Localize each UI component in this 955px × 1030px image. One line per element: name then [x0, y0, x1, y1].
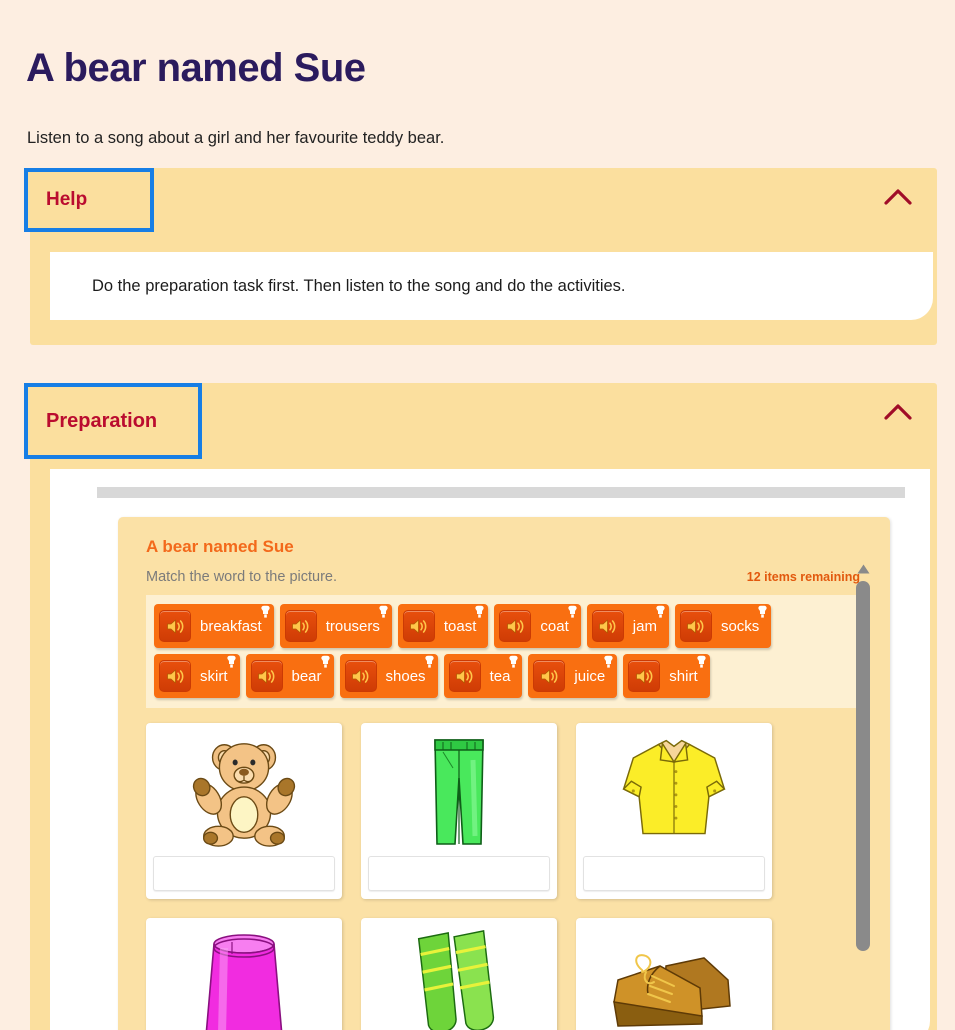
drag-handle-icon[interactable] [424, 655, 435, 668]
answer-drop-zone[interactable] [583, 856, 765, 891]
matching-exercise-widget: A bear named Sue Match the word to the p… [118, 517, 890, 1030]
picture-card [576, 918, 772, 1030]
picture-card [576, 723, 772, 899]
picture-card-grid [146, 723, 862, 1030]
page-title: A bear named Sue [26, 45, 366, 90]
help-body-panel: Do the preparation task first. Then list… [50, 252, 933, 320]
word-tile[interactable]: juice [528, 654, 618, 698]
word-tile-label: shoes [385, 667, 426, 685]
pink-skirt-picture [146, 918, 342, 1030]
word-tile-label: skirt [200, 667, 228, 685]
speaker-icon[interactable] [284, 610, 317, 642]
speaker-icon[interactable] [402, 610, 435, 642]
word-tile[interactable]: socks [674, 604, 772, 648]
drag-handle-icon[interactable] [655, 605, 666, 618]
horizontal-scroll-track[interactable] [97, 487, 905, 498]
scroll-up-arrow-icon[interactable] [857, 561, 870, 574]
drag-handle-icon[interactable] [474, 605, 485, 618]
help-title-wrap: Help [24, 168, 154, 232]
chevron-up-icon[interactable] [883, 401, 913, 423]
speaker-icon[interactable] [448, 660, 481, 692]
answer-drop-zone[interactable] [153, 856, 335, 891]
drag-handle-icon[interactable] [696, 655, 707, 668]
chevron-up-icon[interactable] [883, 186, 913, 208]
word-tile-label: bear [291, 667, 322, 685]
word-tile-label: trousers [325, 617, 380, 635]
picture-card [361, 723, 557, 899]
word-tile[interactable]: tea [443, 654, 523, 698]
word-tile-label: coat [540, 617, 569, 635]
speaker-icon[interactable] [533, 660, 566, 692]
word-tile[interactable]: jam [586, 604, 669, 648]
drag-handle-icon[interactable] [757, 605, 768, 618]
drag-handle-icon[interactable] [226, 655, 237, 668]
word-tile[interactable]: bear [245, 654, 334, 698]
help-accordion-title[interactable]: Help [24, 168, 154, 232]
word-tile-label: shirt [669, 667, 698, 685]
word-tile-label: toast [443, 617, 477, 635]
word-tile-label: juice [574, 667, 606, 685]
word-tile[interactable]: breakfast [154, 604, 274, 648]
word-tile-pool: breakfast trousers toast coat jam socks skirt… [146, 595, 858, 708]
word-tile-label: socks [720, 617, 760, 635]
brown-shoes-picture [576, 918, 772, 1030]
picture-card [361, 918, 557, 1030]
word-tile[interactable]: coat [494, 604, 581, 648]
word-tile[interactable]: toast [397, 604, 489, 648]
help-body-text: Do the preparation task first. Then list… [92, 276, 626, 295]
speaker-icon[interactable] [499, 610, 532, 642]
speaker-icon[interactable] [159, 660, 191, 692]
word-tile-row-2: skirt bear shoes tea juice shirt [146, 648, 858, 698]
speaker-icon[interactable] [159, 610, 191, 642]
drag-handle-icon[interactable] [603, 655, 614, 668]
picture-card [146, 723, 342, 899]
items-remaining-status: 12 items remaining [746, 570, 860, 584]
answer-drop-zone[interactable] [368, 856, 550, 891]
preparation-accordion-title[interactable]: Preparation [24, 383, 202, 459]
help-accordion: Help Do the preparation task first. Then… [24, 168, 937, 345]
word-tile[interactable]: shirt [623, 654, 710, 698]
word-tile-label: tea [489, 667, 511, 685]
speaker-icon[interactable] [250, 660, 283, 692]
word-tile-row-1: breakfast trousers toast coat jam socks [146, 595, 858, 648]
scrollbar-thumb[interactable] [856, 581, 870, 951]
yellow-shirt-picture [576, 723, 772, 855]
preparation-title-wrap: Preparation [24, 383, 202, 459]
drag-handle-icon[interactable] [320, 655, 331, 668]
speaker-icon[interactable] [591, 610, 624, 642]
picture-card [146, 918, 342, 1030]
exercise-instruction: Match the word to the picture. [146, 569, 338, 585]
drag-handle-icon[interactable] [260, 605, 271, 618]
exercise-title: A bear named Sue [146, 537, 294, 556]
preparation-accordion-header[interactable]: Preparation [24, 383, 937, 459]
teddy-bear-picture [146, 723, 342, 855]
drag-handle-icon[interactable] [378, 605, 389, 618]
drag-handle-icon[interactable] [567, 605, 578, 618]
preparation-body-panel: A bear named Sue Match the word to the p… [50, 469, 930, 1030]
speaker-icon[interactable] [679, 610, 712, 642]
word-tile-label: jam [632, 617, 657, 635]
page-root: A bear named Sue Listen to a song about … [0, 0, 955, 1030]
help-accordion-header[interactable]: Help [24, 168, 937, 232]
exercise-vertical-scrollbar[interactable] [854, 561, 872, 1030]
word-tile-label: breakfast [200, 617, 262, 635]
page-intro-text: Listen to a song about a girl and her fa… [27, 128, 445, 147]
word-tile[interactable]: shoes [339, 654, 438, 698]
green-socks-picture [361, 918, 557, 1030]
word-tile[interactable]: trousers [279, 604, 392, 648]
green-trousers-picture [361, 723, 557, 855]
preparation-accordion: Preparation A bear named Sue Match the w… [24, 383, 937, 1030]
drag-handle-icon[interactable] [508, 655, 519, 668]
speaker-icon[interactable] [344, 660, 377, 692]
speaker-icon[interactable] [628, 660, 661, 692]
word-tile[interactable]: skirt [154, 654, 240, 698]
